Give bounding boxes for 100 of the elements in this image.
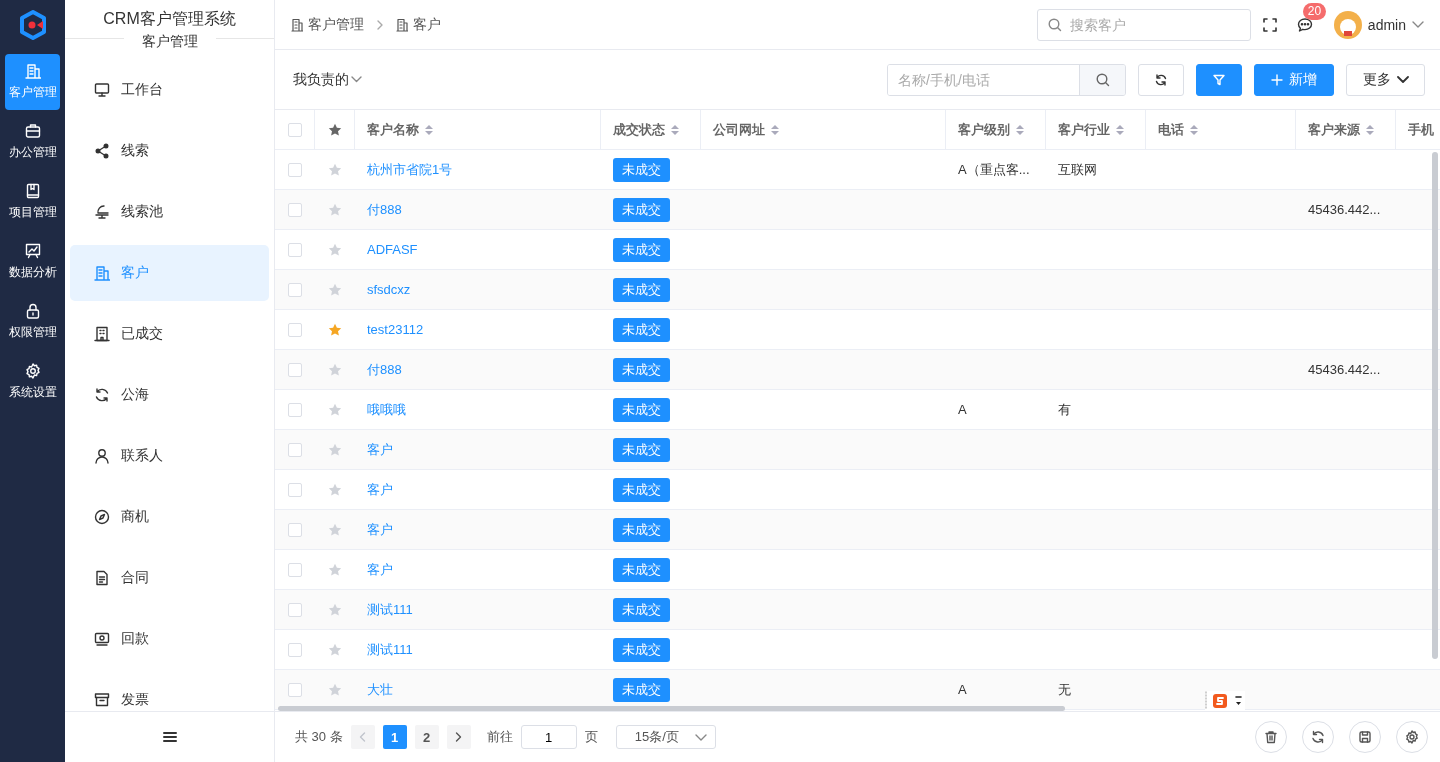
customer-name-link[interactable]: 杭州市省院1号	[367, 160, 453, 179]
customer-name-link[interactable]: sfsdcxz	[367, 282, 411, 297]
customer-name-link[interactable]: 付888	[367, 200, 402, 219]
rail-menu-item[interactable]: 权限管理	[5, 294, 60, 350]
rail-menu-item[interactable]: 办公管理	[5, 114, 60, 170]
horizontal-scrollbar[interactable]	[278, 706, 1065, 711]
save-button[interactable]	[1349, 721, 1381, 753]
checkbox[interactable]	[287, 682, 302, 697]
delete-button[interactable]	[1255, 721, 1287, 753]
column-header[interactable]: 客户级别	[958, 120, 1010, 139]
checkbox[interactable]	[287, 202, 302, 217]
fullscreen-icon[interactable]	[1262, 17, 1277, 32]
username-menu[interactable]: admin	[1367, 16, 1406, 33]
column-header[interactable]: 手机	[1408, 120, 1434, 139]
column-header[interactable]: 客户名称	[367, 120, 419, 139]
sidebar-item[interactable]: 客户	[70, 245, 269, 301]
sidebar-item[interactable]: 工作台	[70, 62, 269, 118]
customer-name-link[interactable]: 测试111	[367, 600, 413, 619]
star-icon[interactable]	[327, 162, 342, 177]
previous-page-button[interactable]	[350, 725, 375, 749]
star-icon[interactable]	[327, 322, 342, 337]
star-icon[interactable]	[327, 602, 342, 617]
customer-name-link[interactable]: test23112	[367, 322, 424, 337]
customer-name-link[interactable]: 大壮	[367, 680, 393, 699]
column-header[interactable]: 成交状态	[613, 120, 665, 139]
star-icon[interactable]	[327, 522, 342, 537]
breadcrumb-link[interactable]: 客户管理	[291, 15, 364, 34]
column-header[interactable]: 客户行业	[1058, 120, 1110, 139]
sort-icon[interactable]	[771, 123, 779, 136]
checkbox[interactable]	[287, 242, 302, 257]
column-header[interactable]: 电话	[1158, 120, 1184, 139]
sidebar-item[interactable]: 已成交	[70, 306, 269, 362]
sidebar-item[interactable]: 回款	[70, 611, 269, 667]
checkbox[interactable]	[287, 122, 302, 137]
sort-icon[interactable]	[1016, 123, 1024, 136]
checkbox[interactable]	[287, 322, 302, 337]
page-size-select[interactable]: 15条/页	[615, 725, 716, 749]
star-icon[interactable]	[327, 642, 342, 657]
star-icon[interactable]	[327, 402, 342, 417]
rail-menu-item[interactable]: 数据分析	[5, 234, 60, 290]
sidebar-item[interactable]: 合同	[70, 550, 269, 606]
star-icon[interactable]	[327, 562, 342, 577]
column-header[interactable]: 公司网址	[713, 120, 765, 139]
vertical-scrollbar[interactable]	[1432, 152, 1438, 659]
sort-icon[interactable]	[1366, 123, 1374, 136]
sidebar-item[interactable]: 发票	[70, 672, 269, 711]
checkbox[interactable]	[287, 522, 302, 537]
sidebar-item[interactable]: 商机	[70, 489, 269, 545]
checkbox[interactable]	[287, 402, 302, 417]
sort-icon[interactable]	[425, 123, 433, 136]
star-icon[interactable]	[327, 482, 342, 497]
scope-dropdown[interactable]: 我负责的	[293, 70, 362, 89]
customer-name-link[interactable]: 哦哦哦	[367, 400, 406, 419]
rail-menu-item[interactable]: 项目管理	[5, 174, 60, 230]
customer-name-link[interactable]: 客户	[367, 560, 393, 579]
sidebar-item[interactable]: 公海	[70, 367, 269, 423]
customer-name-link[interactable]: ADFASF	[367, 242, 418, 257]
search-button[interactable]	[1079, 64, 1125, 95]
page-number-field[interactable]: 1	[520, 725, 577, 749]
customer-name-link[interactable]: 客户	[367, 440, 393, 459]
page-button[interactable]: 2	[414, 725, 439, 749]
refresh-button[interactable]	[1138, 63, 1184, 96]
star-icon[interactable]	[327, 442, 342, 457]
checkbox[interactable]	[287, 162, 302, 177]
sidebar-item[interactable]: 线索池	[70, 184, 269, 240]
page-button[interactable]: 1	[382, 725, 407, 749]
settings-button[interactable]	[1396, 721, 1428, 753]
column-header[interactable]: 客户来源	[1308, 120, 1360, 139]
customer-name-link[interactable]: 测试111	[367, 640, 413, 659]
sort-icon[interactable]	[1116, 123, 1124, 136]
sidebar-item[interactable]: 联系人	[70, 428, 269, 484]
star-icon[interactable]	[327, 682, 342, 697]
checkbox[interactable]	[287, 362, 302, 377]
sort-icon[interactable]	[671, 123, 679, 136]
checkbox[interactable]	[287, 482, 302, 497]
menu-icon[interactable]	[162, 731, 177, 743]
next-page-button[interactable]	[446, 725, 471, 749]
checkbox[interactable]	[287, 602, 302, 617]
add-button[interactable]: 新增	[1254, 63, 1334, 96]
more-button[interactable]: 更多	[1346, 63, 1425, 96]
sidebar-item[interactable]: 线索	[70, 123, 269, 179]
checkbox[interactable]	[287, 642, 302, 657]
star-icon[interactable]	[327, 282, 342, 297]
star-icon[interactable]	[327, 362, 342, 377]
refresh-button[interactable]	[1302, 721, 1334, 753]
customer-name-link[interactable]: 客户	[367, 520, 393, 539]
search-field[interactable]: 名称/手机/电话	[887, 63, 1126, 96]
rail-menu-item[interactable]: 客户管理	[5, 54, 60, 110]
search-field[interactable]: 搜索客户	[1036, 8, 1251, 41]
star-icon[interactable]	[327, 242, 342, 257]
customer-name-link[interactable]: 付888	[367, 360, 402, 379]
chat-bubble-icon[interactable]	[1296, 16, 1313, 33]
rail-menu-item[interactable]: 系统设置	[5, 354, 60, 410]
checkbox[interactable]	[287, 562, 302, 577]
star-icon[interactable]	[327, 202, 342, 217]
checkbox[interactable]	[287, 442, 302, 457]
sort-icon[interactable]	[1190, 123, 1198, 136]
customer-name-link[interactable]: 客户	[367, 480, 393, 499]
checkbox[interactable]	[287, 282, 302, 297]
filter-button[interactable]	[1196, 63, 1242, 96]
